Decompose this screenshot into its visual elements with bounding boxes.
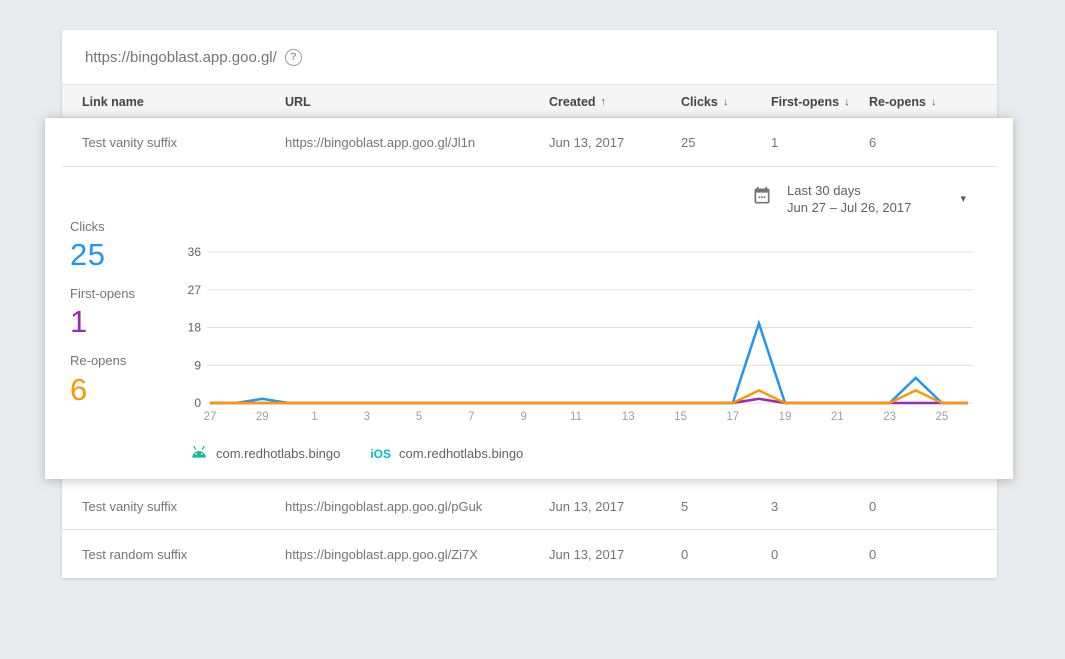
svg-text:18: 18: [188, 321, 202, 335]
svg-text:29: 29: [256, 411, 269, 423]
url-cell: https://bingoblast.app.goo.gl/Zi7X: [285, 530, 478, 578]
table-row[interactable]: Test vanity suffix https://bingoblast.ap…: [62, 482, 997, 530]
re-opens-cell: 6: [869, 118, 876, 166]
legend-item-android: com.redhotlabs.bingo: [190, 445, 340, 462]
url-cell: https://bingoblast.app.goo.gl/pGuk: [285, 482, 482, 530]
column-header-first-opens[interactable]: First-opens↓: [771, 85, 850, 118]
sort-desc-icon: ↓: [844, 96, 850, 108]
svg-text:27: 27: [188, 283, 202, 297]
clicks-cell: 5: [681, 482, 688, 530]
row-divider: [62, 166, 997, 167]
column-header-clicks[interactable]: Clicks↓: [681, 85, 728, 118]
sort-desc-icon: ↓: [931, 96, 937, 108]
link-name-cell: Test vanity suffix: [82, 482, 177, 530]
clicks-stat-label: Clicks: [70, 219, 105, 234]
svg-text:17: 17: [726, 411, 739, 423]
clicks-stat-value: 25: [70, 237, 105, 273]
column-header-url[interactable]: URL: [285, 85, 316, 118]
chevron-down-icon: ▾: [960, 192, 966, 205]
svg-text:36: 36: [188, 245, 202, 259]
date-range-dates: Jun 27 – Jul 26, 2017: [787, 199, 911, 216]
svg-text:7: 7: [468, 411, 474, 423]
re-opens-cell: 0: [869, 530, 876, 578]
sort-desc-icon: ↓: [723, 96, 729, 108]
re-opens-stat-label: Re-opens: [70, 353, 126, 368]
domain-url: https://bingoblast.app.goo.gl/: [85, 49, 277, 66]
help-icon[interactable]: ?: [285, 49, 302, 66]
first-opens-stat-label: First-opens: [70, 286, 135, 301]
created-cell: Jun 13, 2017: [549, 482, 624, 530]
legend-label: com.redhotlabs.bingo: [399, 446, 523, 461]
svg-text:11: 11: [570, 411, 582, 423]
first-opens-cell: 0: [771, 530, 778, 578]
svg-text:25: 25: [935, 411, 948, 423]
date-range-preset: Last 30 days: [787, 182, 911, 199]
card-header: https://bingoblast.app.goo.gl/ ?: [62, 30, 997, 85]
legend-item-ios: iOS com.redhotlabs.bingo: [370, 446, 523, 461]
svg-text:0: 0: [194, 396, 201, 410]
svg-text:19: 19: [779, 411, 792, 423]
clicks-cell: 0: [681, 530, 688, 578]
re-opens-stat-value: 6: [70, 372, 88, 408]
created-cell: Jun 13, 2017: [549, 118, 624, 166]
url-cell: https://bingoblast.app.goo.gl/Jl1n: [285, 118, 475, 166]
svg-text:21: 21: [831, 411, 844, 423]
link-name-cell: Test vanity suffix: [82, 118, 177, 166]
column-header-created[interactable]: Created↑: [549, 85, 606, 118]
first-opens-stat-value: 1: [70, 304, 88, 340]
svg-text:13: 13: [622, 411, 635, 423]
ios-icon: iOS: [370, 447, 391, 461]
svg-text:3: 3: [364, 411, 370, 423]
svg-text:15: 15: [674, 411, 687, 423]
table-row[interactable]: Test random suffix https://bingoblast.ap…: [62, 530, 997, 578]
chart-legend: com.redhotlabs.bingo iOS com.redhotlabs.…: [190, 445, 523, 462]
svg-text:1: 1: [311, 411, 317, 423]
sort-asc-icon: ↑: [601, 96, 607, 108]
svg-text:23: 23: [883, 411, 896, 423]
svg-text:27: 27: [204, 411, 217, 423]
created-cell: Jun 13, 2017: [549, 530, 624, 578]
re-opens-cell: 0: [869, 482, 876, 530]
legend-label: com.redhotlabs.bingo: [216, 446, 340, 461]
android-icon: [190, 445, 208, 462]
calendar-icon: [752, 186, 772, 222]
date-range-selector[interactable]: Last 30 days Jun 27 – Jul 26, 2017 ▾: [752, 182, 982, 222]
first-opens-cell: 3: [771, 482, 778, 530]
svg-text:5: 5: [416, 411, 422, 423]
first-opens-cell: 1: [771, 118, 778, 166]
link-name-cell: Test random suffix: [82, 530, 187, 578]
column-header-re-opens[interactable]: Re-opens↓: [869, 85, 936, 118]
column-header-link-name[interactable]: Link name: [82, 85, 149, 118]
analytics-line-chart: 091827362729135791113151719212325: [185, 242, 985, 428]
table-row-expanded[interactable]: Test vanity suffix https://bingoblast.ap…: [45, 118, 1013, 166]
clicks-cell: 25: [681, 118, 695, 166]
svg-text:9: 9: [520, 411, 526, 423]
table-header: Link name URL Created↑ Clicks↓ First-ope…: [62, 85, 997, 118]
expanded-link-analytics-panel: Test vanity suffix https://bingoblast.ap…: [45, 118, 1013, 479]
svg-text:9: 9: [194, 358, 201, 372]
